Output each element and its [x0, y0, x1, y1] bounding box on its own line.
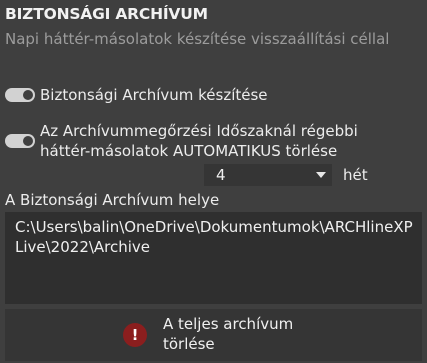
auto-delete-label: Az Archívummegőrzési Időszaknál régebbi … — [40, 122, 358, 160]
toggle-knob — [23, 136, 33, 146]
auto-delete-toggle[interactable] — [5, 134, 35, 148]
section-subtitle: Napi háttér-másolatok készítése visszaál… — [5, 30, 390, 48]
retention-dropdown[interactable]: 4 — [204, 164, 332, 186]
archive-path-field[interactable]: C:\Users\balin\OneDrive\Dokumentumok\ARC… — [5, 212, 422, 304]
delete-archive-label: A teljes archívum törlése — [163, 315, 294, 353]
retention-unit: hét — [343, 166, 368, 184]
section-title: BIZTONSÁGI ARCHÍVUM — [5, 5, 208, 23]
create-archive-label: Biztonsági Archívum készítése — [40, 86, 268, 104]
retention-value: 4 — [216, 166, 226, 184]
delete-archive-button[interactable]: ! A teljes archívum törlése — [5, 309, 422, 361]
toggle-knob — [23, 90, 33, 100]
create-archive-toggle[interactable] — [5, 88, 35, 102]
archive-path-text: C:\Users\balin\OneDrive\Dokumentumok\ARC… — [15, 218, 413, 256]
warning-exclamation-icon: ! — [123, 323, 147, 347]
chevron-down-icon — [316, 172, 326, 178]
archive-location-label: A Biztonsági Archívum helye — [5, 191, 220, 209]
